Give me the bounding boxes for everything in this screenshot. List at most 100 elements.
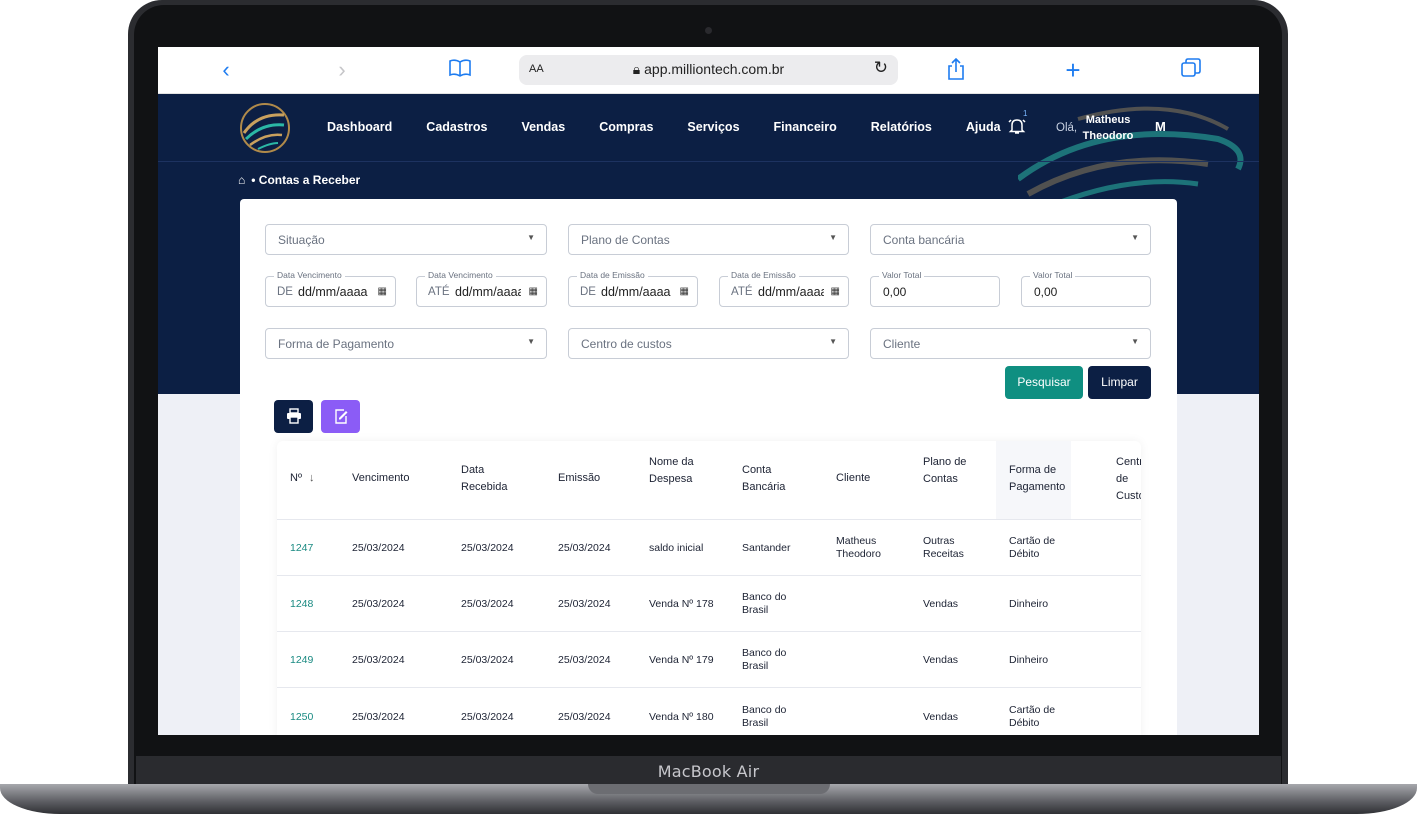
url-value: app.milliontech.com.br bbox=[644, 61, 785, 77]
cell-numero[interactable]: 1248 bbox=[290, 598, 313, 611]
forma-pagamento-select[interactable]: Forma de Pagamento ▼ bbox=[265, 328, 547, 359]
cell-emissao: 25/03/2024 bbox=[558, 711, 611, 723]
address-bar[interactable]: AA 🔒︎ app.milliontech.com.br ↻ bbox=[519, 55, 898, 85]
cell-conta-bancaria: Banco do Brasil bbox=[742, 591, 787, 616]
printer-icon bbox=[286, 408, 301, 424]
field-label: Data de Emissão bbox=[577, 270, 648, 280]
cell-vencimento: 25/03/2024 bbox=[352, 711, 405, 723]
cell-data-recebida: 25/03/2024 bbox=[461, 542, 514, 554]
column-header-plano-contas[interactable]: Plano de Contas bbox=[923, 454, 968, 488]
valor-total-ate-field[interactable]: Valor Total 0,00 bbox=[1021, 270, 1151, 307]
table-row[interactable]: 1250 25/03/2024 25/03/2024 25/03/2024 Ve… bbox=[277, 687, 1141, 735]
forward-icon[interactable]: › bbox=[330, 58, 354, 82]
column-header-forma-pagamento[interactable]: Forma de Pagamento bbox=[1009, 462, 1079, 496]
search-button[interactable]: Pesquisar bbox=[1005, 366, 1083, 399]
cell-forma-pagamento: Cartão de Débito bbox=[1009, 704, 1056, 729]
column-header-nome-despesa[interactable]: Nome da Despesa bbox=[649, 454, 699, 488]
column-header-conta-bancaria[interactable]: Conta Bancária bbox=[742, 462, 802, 496]
vencimento-ate-field[interactable]: Data Vencimento ATÉ dd/mm/aaaa ▦ bbox=[416, 270, 547, 307]
table-row[interactable]: 1249 25/03/2024 25/03/2024 25/03/2024 Ve… bbox=[277, 631, 1141, 687]
avatar[interactable]: M bbox=[1155, 119, 1166, 134]
nav-cadastros[interactable]: Cadastros bbox=[426, 120, 487, 134]
cell-data-recebida: 25/03/2024 bbox=[461, 711, 514, 723]
field-prefix: DE bbox=[580, 286, 596, 298]
calendar-icon[interactable]: ▦ bbox=[831, 286, 840, 297]
plano-contas-placeholder: Plano de Contas bbox=[581, 233, 670, 247]
browser-toolbar: ‹ › AA 🔒︎ app.milliontech.com.br ↻ + bbox=[158, 47, 1259, 94]
cell-numero[interactable]: 1250 bbox=[290, 711, 313, 724]
valor-value: 0,00 bbox=[883, 285, 907, 299]
cell-emissao: 25/03/2024 bbox=[558, 654, 611, 666]
cell-emissao: 25/03/2024 bbox=[558, 598, 611, 610]
field-prefix: ATÉ bbox=[731, 286, 753, 298]
edit-report-button[interactable] bbox=[321, 400, 360, 433]
centro-custos-select[interactable]: Centro de custos ▼ bbox=[568, 328, 849, 359]
valor-value: 0,00 bbox=[1034, 285, 1058, 299]
home-icon[interactable]: ⌂ bbox=[238, 173, 245, 187]
column-header-cliente[interactable]: Cliente bbox=[836, 470, 870, 487]
reload-icon[interactable]: ↻ bbox=[874, 58, 888, 78]
cliente-select[interactable]: Cliente ▼ bbox=[870, 328, 1151, 359]
forma-pagamento-placeholder: Forma de Pagamento bbox=[278, 337, 395, 351]
table-row[interactable]: 1248 25/03/2024 25/03/2024 25/03/2024 Ve… bbox=[277, 575, 1141, 631]
nav-servicos[interactable]: Serviços bbox=[687, 120, 739, 134]
cell-conta-bancaria: Banco do Brasil bbox=[742, 647, 787, 672]
nav-financeiro[interactable]: Financeiro bbox=[774, 120, 837, 134]
cell-vencimento: 25/03/2024 bbox=[352, 598, 405, 610]
field-label: Data Vencimento bbox=[274, 270, 345, 280]
cell-conta-bancaria: Banco do Brasil bbox=[742, 704, 787, 729]
print-button[interactable] bbox=[274, 400, 313, 433]
nav-vendas[interactable]: Vendas bbox=[521, 120, 565, 134]
field-label: Valor Total bbox=[1030, 270, 1076, 280]
column-header-emissao[interactable]: Emissão bbox=[558, 470, 600, 487]
date-value: dd/mm/aaaa bbox=[455, 285, 521, 299]
nav-dashboard[interactable]: Dashboard bbox=[327, 120, 392, 134]
table-row[interactable]: 1247 25/03/2024 25/03/2024 25/03/2024 sa… bbox=[277, 519, 1141, 575]
nav-compras[interactable]: Compras bbox=[599, 120, 653, 134]
lock-icon: 🔒︎ bbox=[632, 61, 641, 77]
date-value: dd/mm/aaaa bbox=[298, 285, 368, 299]
back-icon[interactable]: ‹ bbox=[214, 58, 238, 82]
nav-relatorios[interactable]: Relatórios bbox=[871, 120, 932, 134]
field-prefix: ATÉ bbox=[428, 286, 450, 298]
notification-count: 1 bbox=[1023, 109, 1028, 118]
column-header-vencimento[interactable]: Vencimento bbox=[352, 470, 409, 487]
tabs-icon[interactable] bbox=[1179, 58, 1203, 82]
user-name[interactable]: Matheus Theodoro bbox=[1078, 112, 1138, 144]
emissao-de-field[interactable]: Data de Emissão DE dd/mm/aaaa ▦ bbox=[568, 270, 698, 307]
cell-plano-contas: Vendas bbox=[923, 654, 959, 666]
cell-numero[interactable]: 1247 bbox=[290, 542, 313, 555]
valor-total-de-field[interactable]: Valor Total 0,00 bbox=[870, 270, 1000, 307]
calendar-icon[interactable]: ▦ bbox=[529, 286, 538, 297]
cell-plano-contas: Vendas bbox=[923, 598, 959, 610]
cell-conta-bancaria: Santander bbox=[742, 542, 791, 554]
column-header-centro-custos[interactable]: Centro de Custos bbox=[1116, 454, 1141, 505]
main-nav: Dashboard Cadastros Vendas Compras Servi… bbox=[327, 120, 1035, 134]
field-prefix: DE bbox=[277, 286, 293, 298]
situacao-placeholder: Situação bbox=[278, 233, 325, 247]
emissao-ate-field[interactable]: Data de Emissão ATÉ dd/mm/aaaa ▦ bbox=[719, 270, 849, 307]
bookmarks-icon[interactable] bbox=[448, 58, 472, 82]
situacao-select[interactable]: Situação ▼ bbox=[265, 224, 547, 255]
column-header-numero[interactable]: Nº ↓ bbox=[290, 470, 315, 487]
calendar-icon[interactable]: ▦ bbox=[378, 286, 387, 297]
header-divider bbox=[158, 161, 1259, 162]
bell-icon[interactable] bbox=[1008, 117, 1026, 140]
plano-contas-select[interactable]: Plano de Contas ▼ bbox=[568, 224, 849, 255]
sort-arrow-down-icon[interactable]: ↓ bbox=[309, 472, 315, 484]
conta-bancaria-select[interactable]: Conta bancária ▼ bbox=[870, 224, 1151, 255]
url-text: 🔒︎ app.milliontech.com.br bbox=[519, 61, 898, 78]
nav-ajuda[interactable]: Ajuda bbox=[966, 120, 1001, 134]
vencimento-de-field[interactable]: Data Vencimento DE dd/mm/aaaa ▦ bbox=[265, 270, 396, 307]
cell-data-recebida: 25/03/2024 bbox=[461, 598, 514, 610]
new-tab-icon[interactable]: + bbox=[1061, 57, 1085, 83]
company-logo bbox=[240, 103, 290, 153]
cell-numero[interactable]: 1249 bbox=[290, 654, 313, 667]
chevron-down-icon: ▼ bbox=[527, 233, 535, 242]
clear-button[interactable]: Limpar bbox=[1088, 366, 1151, 399]
column-header-data-recebida[interactable]: Data Recebida bbox=[461, 462, 521, 496]
laptop-notch bbox=[588, 784, 830, 794]
field-label: Valor Total bbox=[879, 270, 925, 280]
share-icon[interactable] bbox=[944, 57, 968, 82]
calendar-icon[interactable]: ▦ bbox=[680, 286, 689, 297]
